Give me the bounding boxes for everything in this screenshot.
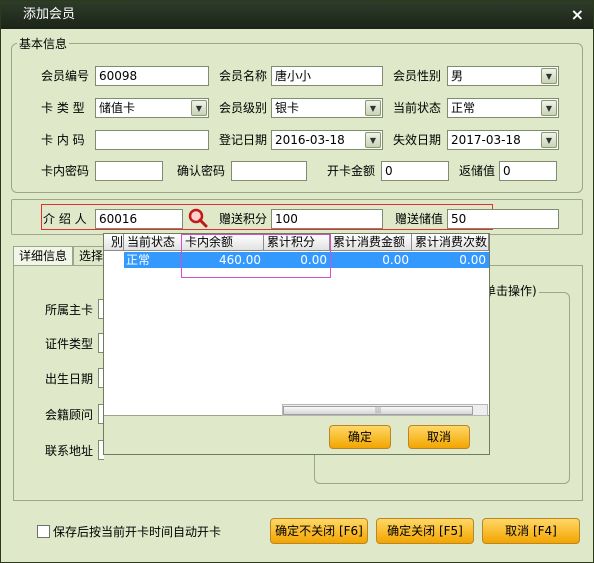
add-member-dialog: 添加会员 × 基本信息 会员编号 60098 会员名称 唐小小 会员性别 男 ▼…: [0, 0, 594, 563]
member-lookup-popup: 別 当前状态 卡内余额 累计积分 累计消费金额 累计消费次数 正常 460.00…: [103, 233, 490, 455]
column-header[interactable]: 別: [104, 234, 124, 251]
birth-date-label: 出生日期: [45, 372, 94, 386]
expire-date-picker[interactable]: 2017-03-18 ▼: [447, 130, 559, 150]
spend-count-cell: 0.00: [459, 253, 486, 267]
open-amount-label: 开卡金额: [327, 164, 376, 178]
main-card-label: 所属主卡: [45, 303, 94, 317]
basic-info-legend: 基本信息: [17, 35, 70, 52]
chevron-down-icon[interactable]: ▼: [541, 100, 557, 116]
column-header[interactable]: 累计消费金额: [330, 234, 412, 251]
confirm-password-label: 确认密码: [177, 164, 226, 178]
gift-stored-label: 赠送储值: [395, 212, 444, 226]
gender-select[interactable]: 男 ▼: [447, 66, 559, 86]
tab-detail-info[interactable]: 详细信息: [13, 246, 74, 266]
card-type-value: 储值卡: [99, 101, 136, 115]
member-name-label: 会员名称: [219, 69, 268, 83]
refund-value-field[interactable]: 0: [499, 161, 557, 181]
reg-date-label: 登记日期: [219, 133, 268, 147]
chevron-down-icon[interactable]: ▼: [541, 132, 557, 148]
expire-date-label: 失效日期: [393, 133, 442, 147]
member-no-label: 会员编号: [41, 69, 90, 83]
confirm-keep-open-button[interactable]: 确定不关闭 [F6]: [270, 518, 368, 544]
popup-cancel-button[interactable]: 取消: [408, 425, 470, 449]
member-level-label: 会员级别: [219, 101, 268, 115]
reg-date-picker[interactable]: 2016-03-18 ▼: [271, 130, 383, 150]
operation-group-legend: 单击操作): [482, 282, 539, 299]
card-code-field[interactable]: [95, 130, 209, 150]
address-label: 联系地址: [45, 444, 94, 458]
chevron-down-icon[interactable]: ▼: [191, 100, 207, 116]
gift-points-field[interactable]: 100: [271, 209, 383, 229]
card-password-field[interactable]: [95, 161, 163, 181]
card-type-select[interactable]: 储值卡 ▼: [95, 98, 209, 118]
confirm-close-button[interactable]: 确定关闭 [F5]: [376, 518, 474, 544]
id-type-label: 证件类型: [45, 337, 94, 351]
gender-label: 会员性别: [393, 69, 442, 83]
chevron-down-icon[interactable]: ▼: [541, 68, 557, 84]
column-header[interactable]: 当前状态: [124, 234, 182, 251]
title-bar: 添加会员 ×: [1, 1, 593, 29]
refund-value-label: 返储值: [459, 164, 496, 178]
current-status-value: 正常: [451, 101, 476, 115]
open-amount-field[interactable]: 0: [381, 161, 449, 181]
advisor-label: 会籍顾问: [45, 408, 94, 422]
spend-amount-cell: 0.00: [382, 253, 409, 267]
auto-open-checkbox[interactable]: [37, 525, 50, 538]
cancel-button[interactable]: 取消 [F4]: [482, 518, 580, 544]
balance-points-highlight: [181, 234, 331, 278]
introducer-field[interactable]: 60016: [95, 209, 183, 229]
chevron-down-icon[interactable]: ▼: [365, 132, 381, 148]
member-level-value: 银卡: [275, 101, 300, 115]
member-name-field[interactable]: 唐小小: [271, 66, 383, 86]
card-type-label: 卡 类 型: [41, 101, 85, 115]
scrollbar-thumb[interactable]: |||: [283, 406, 473, 415]
close-icon[interactable]: ×: [571, 1, 584, 29]
gift-stored-field[interactable]: 50: [447, 209, 559, 229]
window-title: 添加会员: [23, 7, 76, 22]
reg-date-value: 2016-03-18: [275, 133, 345, 147]
card-password-label: 卡内密码: [41, 164, 90, 178]
horizontal-scrollbar[interactable]: |||: [282, 404, 488, 416]
current-status-label: 当前状态: [393, 101, 442, 115]
introducer-label: 介 绍 人: [43, 212, 87, 226]
lookup-grid: 別 当前状态 卡内余额 累计积分 累计消费金额 累计消费次数 正常 460.00…: [104, 234, 489, 416]
confirm-password-field[interactable]: [231, 161, 307, 181]
current-status-select[interactable]: 正常 ▼: [447, 98, 559, 118]
gender-value: 男: [451, 69, 464, 83]
expire-date-value: 2017-03-18: [451, 133, 521, 147]
member-no-field[interactable]: 60098: [95, 66, 209, 86]
magnifier-icon[interactable]: [187, 207, 209, 229]
member-level-select[interactable]: 银卡 ▼: [271, 98, 383, 118]
status-cell: 正常: [126, 253, 151, 267]
chevron-down-icon[interactable]: ▼: [365, 100, 381, 116]
column-header[interactable]: 累计消费次数: [412, 234, 489, 251]
card-code-label: 卡 内 码: [41, 133, 85, 147]
auto-open-label: 保存后按当前开卡时间自动开卡: [53, 525, 222, 539]
popup-ok-button[interactable]: 确定: [329, 425, 391, 449]
gift-points-label: 赠送积分: [219, 212, 268, 226]
